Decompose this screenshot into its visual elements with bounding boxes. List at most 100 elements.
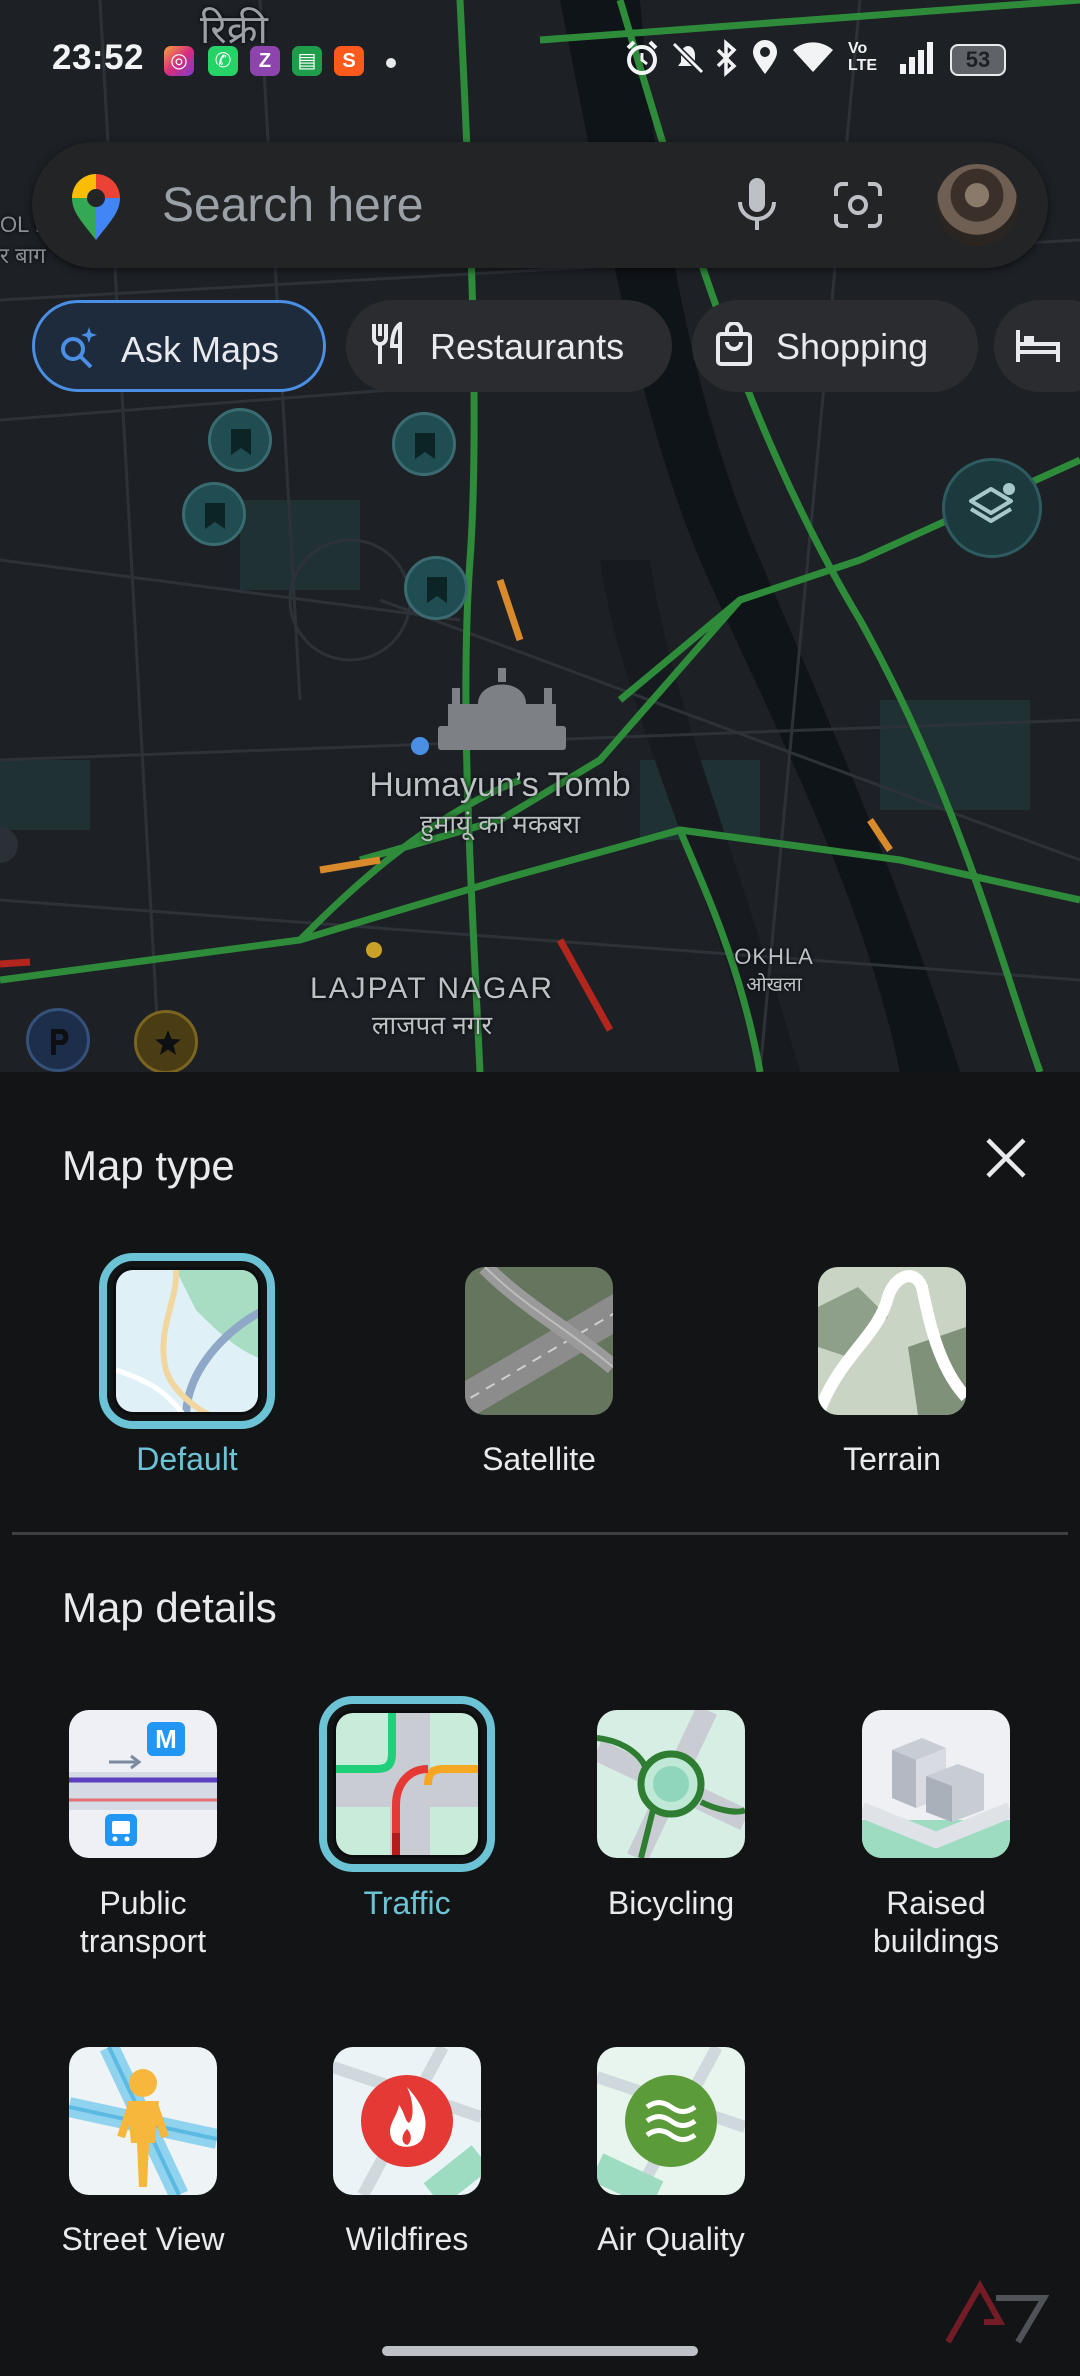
map-detail-traffic-label: Traffic: [363, 1885, 451, 1921]
whatsapp-icon: ✆: [208, 46, 238, 76]
map-detail-public-transport-label: Public transport: [43, 1884, 243, 1960]
chip-shopping[interactable]: Shopping: [692, 300, 978, 392]
area-name-en: LAJPAT NAGAR: [309, 972, 555, 1005]
map-type-default-tile[interactable]: [99, 1253, 275, 1429]
air-quality-thumbnail: [597, 2047, 745, 2195]
wifi-icon: [793, 42, 833, 72]
star-icon: [155, 1030, 181, 1055]
saved-place-marker[interactable]: [208, 408, 272, 472]
bluetooth-icon: [716, 39, 737, 77]
parking-icon: [51, 1029, 69, 1055]
map-type-terrain-label: Terrain: [843, 1441, 941, 1477]
status-bar: 23:52 ◎ ✆ Z ▤ S Vo LTE 53: [0, 28, 1080, 92]
chip-ask-maps[interactable]: Ask Maps: [32, 300, 326, 392]
area-label-okhla: OKHLA ओखला: [714, 944, 834, 997]
hotel-bed-icon: [1016, 330, 1060, 362]
raised-buildings-thumbnail: [862, 1710, 1010, 1858]
saved-place-marker[interactable]: [182, 482, 246, 546]
area-label-lajpat-nagar: LAJPAT NAGAR लाजपत नगर: [282, 972, 582, 1042]
fork-knife-icon: [372, 322, 402, 364]
map-type-satellite-label: Satellite: [482, 1441, 596, 1477]
google-chat-icon: ▤: [292, 46, 322, 76]
map-type-title: Map type: [62, 1142, 235, 1189]
battery-indicator: 53: [950, 44, 1006, 76]
bookmark-icon: [205, 503, 225, 529]
map-type-terrain-tile[interactable]: [818, 1267, 966, 1415]
chip-label: Shopping: [776, 326, 929, 367]
map-detail-air-quality-tile[interactable]: [597, 2047, 745, 2195]
chip-hotels[interactable]: [994, 300, 1080, 392]
bicycling-thumbnail: [597, 1710, 745, 1858]
area-name-hi: ओखला: [746, 974, 802, 996]
area-name-en: OKHLA: [734, 944, 814, 969]
default-map-thumbnail: [116, 1270, 258, 1412]
bookmark-icon: [231, 429, 251, 455]
map-edge-label: र बाग: [0, 243, 46, 268]
shopping-bag-icon: [716, 322, 752, 366]
map-detail-air-quality-label: Air Quality: [597, 2221, 745, 2257]
status-time: 23:52: [52, 38, 145, 77]
battery-level: 53: [965, 47, 991, 72]
signal-icon: [900, 42, 933, 74]
search-bar[interactable]: Search here: [32, 142, 1048, 268]
street-view-thumbnail: [69, 2047, 217, 2195]
sparkle-search-icon: [61, 327, 97, 369]
area-name-hi: लाजपत नगर: [371, 1010, 493, 1040]
chip-restaurants[interactable]: Restaurants: [346, 300, 672, 392]
zomato-icon: Z: [250, 46, 280, 76]
saved-place-marker[interactable]: [404, 556, 468, 620]
landmark-name-en: Humayun’s Tomb: [369, 766, 631, 804]
profile-avatar[interactable]: [936, 164, 1018, 246]
bookmark-icon: [427, 577, 447, 603]
map-detail-traffic-tile[interactable]: [319, 1696, 495, 1872]
satellite-map-thumbnail: [465, 1267, 613, 1415]
chip-label: Restaurants: [430, 326, 625, 367]
map-detail-raised-buildings-label: Raised buildings: [836, 1884, 1036, 1960]
map-detail-public-transport-tile[interactable]: M: [69, 1710, 217, 1858]
chip-label: Ask Maps: [121, 329, 280, 370]
google-maps-logo-icon: [72, 174, 120, 240]
parking-marker[interactable]: [26, 1008, 90, 1072]
layers-button[interactable]: [942, 458, 1042, 558]
map-type-default-label: Default: [136, 1441, 238, 1477]
label-line-1: Raised: [886, 1885, 986, 1921]
gesture-nav-handle[interactable]: [382, 2346, 698, 2356]
layers-icon: [969, 483, 1015, 523]
instagram-icon: ◎: [164, 46, 194, 76]
map-detail-street-view-label: Street View: [61, 2221, 225, 2257]
search-input[interactable]: Search here: [162, 178, 424, 233]
microphone-icon[interactable]: [722, 172, 792, 238]
volte-icon: Vo LTE: [848, 40, 878, 74]
section-divider: [12, 1532, 1068, 1535]
traffic-thumbnail: [336, 1713, 478, 1855]
map-detail-raised-buildings-tile[interactable]: [862, 1710, 1010, 1858]
swiggy-icon: S: [334, 46, 364, 76]
android-police-watermark-icon: [945, 2279, 1050, 2344]
wildfires-thumbnail: [333, 2047, 481, 2195]
landmark-label[interactable]: Humayun’s Tomb हुमायूं का मकबरा: [340, 766, 660, 841]
map-detail-wildfires-tile[interactable]: [333, 2047, 481, 2195]
location-icon: [753, 40, 777, 74]
saved-place-marker[interactable]: [392, 412, 456, 476]
bookmark-icon: [415, 433, 435, 459]
terrain-map-thumbnail: [818, 1267, 966, 1415]
google-lens-icon[interactable]: [826, 174, 890, 236]
map-view[interactable]: Humayun’s Tomb हुमायूं का मकबरा LAJPAT N…: [0, 0, 1080, 1072]
dnd-icon: [671, 41, 705, 75]
map-detail-bicycling-tile[interactable]: [597, 1710, 745, 1858]
map-detail-wildfires-label: Wildfires: [345, 2221, 469, 2257]
close-icon[interactable]: [980, 1132, 1032, 1184]
label-line-1: Public: [99, 1885, 187, 1921]
map-details-title: Map details: [62, 1584, 277, 1631]
public-transport-thumbnail: M: [69, 1710, 217, 1858]
more-notifications-icon: [386, 58, 396, 68]
map-detail-street-view-tile[interactable]: [69, 2047, 217, 2195]
landmark-name-hi: हुमायूं का मकबरा: [419, 809, 581, 839]
label-line-2: buildings: [872, 1923, 1000, 1959]
alarm-icon: [626, 40, 658, 75]
label-line-2: transport: [79, 1923, 207, 1959]
svg-text:M: M: [155, 1724, 177, 1754]
starred-place-marker[interactable]: [134, 1010, 198, 1072]
map-detail-bicycling-label: Bicycling: [607, 1885, 735, 1921]
map-type-satellite-tile[interactable]: [465, 1267, 613, 1415]
